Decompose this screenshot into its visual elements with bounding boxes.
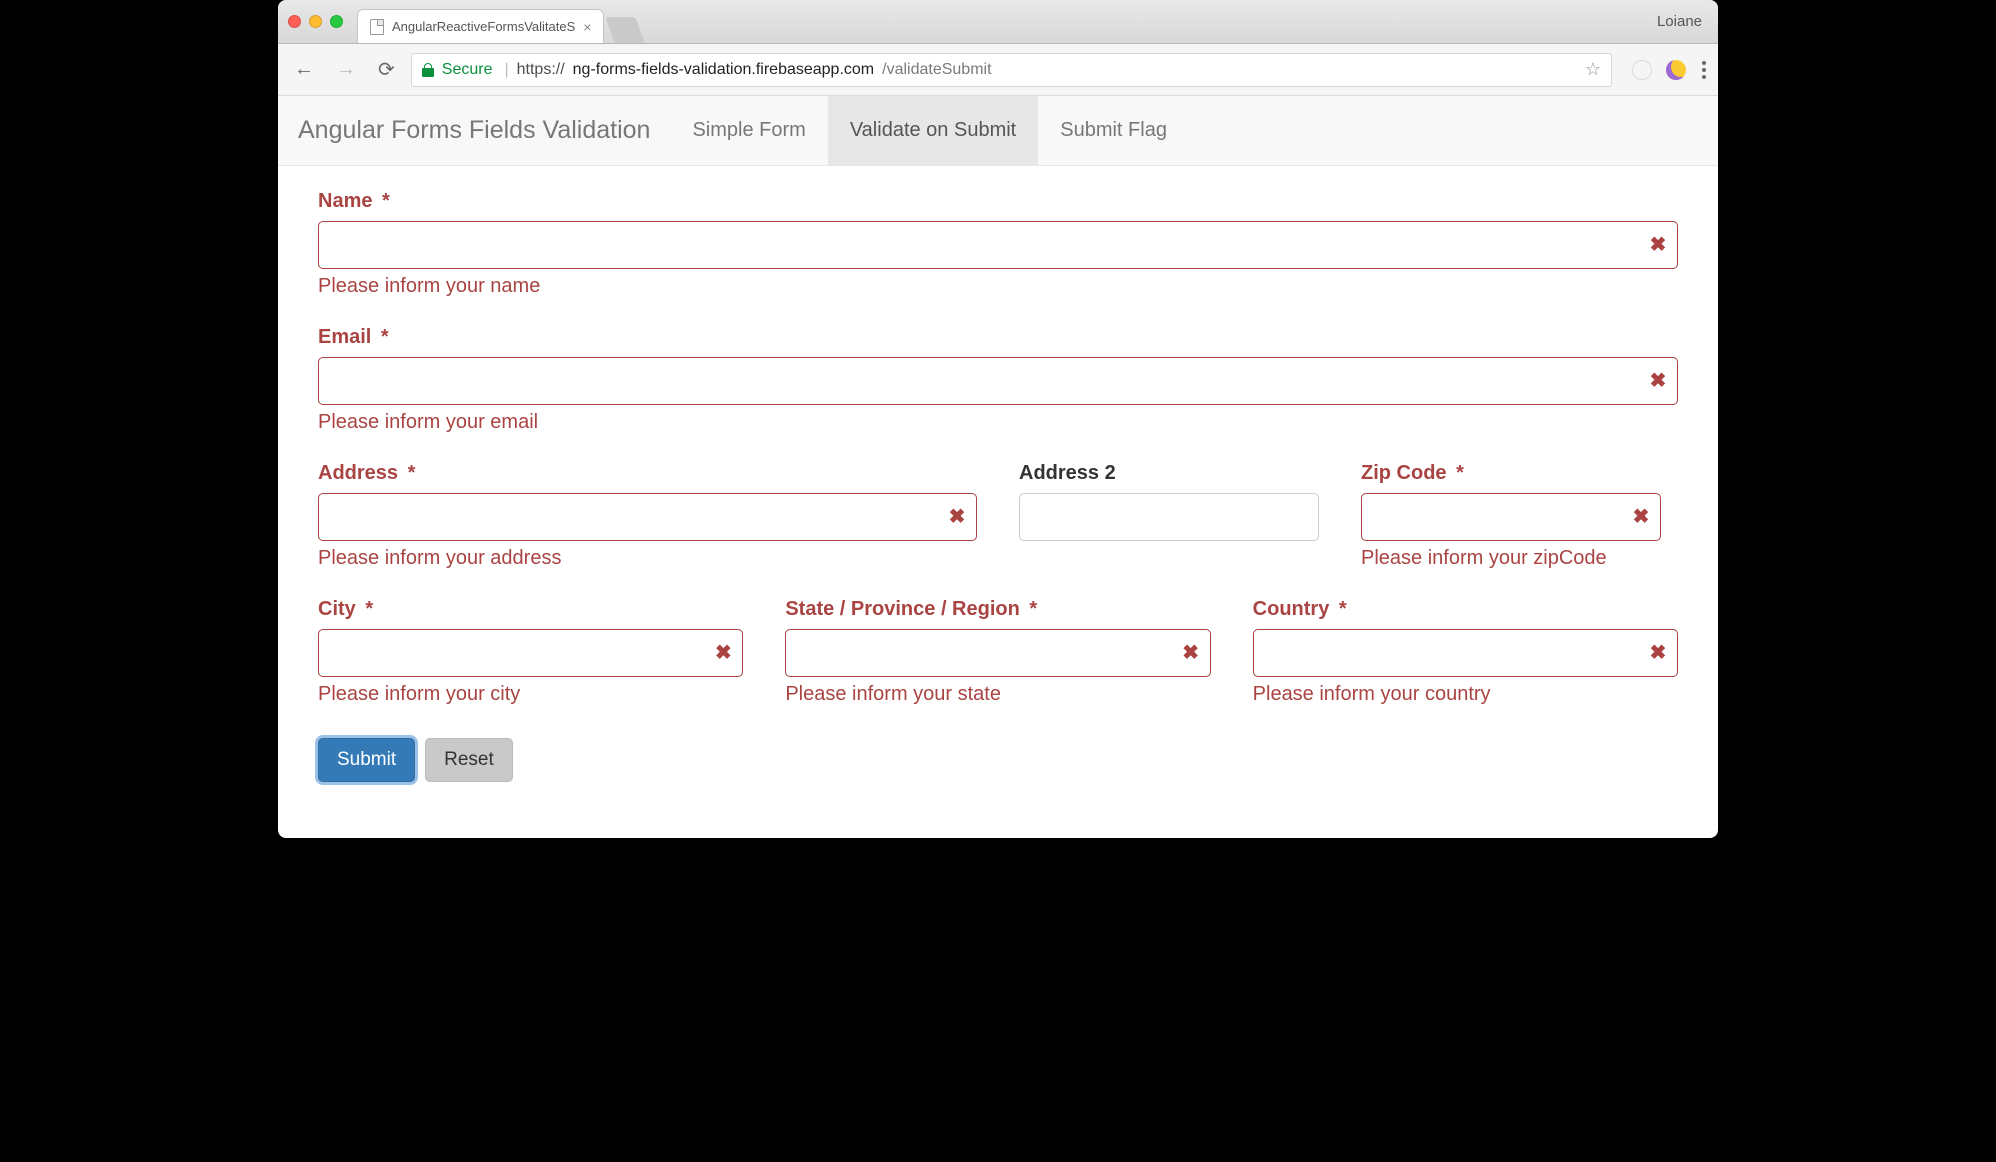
country-label: Country * xyxy=(1253,598,1678,621)
city-input[interactable] xyxy=(318,629,743,677)
city-label: City * xyxy=(318,598,743,621)
country-error: Please inform your country xyxy=(1253,683,1678,706)
error-icon xyxy=(1648,235,1668,255)
form-group-state: State / Province / Region * Please infor… xyxy=(785,598,1210,706)
zip-label: Zip Code * xyxy=(1361,462,1661,485)
form-group-city: City * Please inform your city xyxy=(318,598,743,706)
state-input[interactable] xyxy=(785,629,1210,677)
error-icon xyxy=(1648,643,1668,663)
lock-icon xyxy=(422,63,434,77)
page-icon xyxy=(370,19,384,35)
form-group-zip: Zip Code * Please inform your zipCode xyxy=(1361,462,1661,570)
title-bar: AngularReactiveFormsValitateS × Loiane xyxy=(278,0,1718,44)
zip-error: Please inform your zipCode xyxy=(1361,547,1661,570)
bookmark-star-icon[interactable]: ☆ xyxy=(1585,59,1601,80)
browser-toolbar: ← → ⟳ Secure | https:// ng-forms-fields-v… xyxy=(278,44,1718,96)
url-scheme: https:// xyxy=(517,61,565,79)
nav-item-submit-flag[interactable]: Submit Flag xyxy=(1038,96,1189,165)
chrome-profile-name[interactable]: Loiane xyxy=(1657,13,1708,30)
omnibox-separator: | xyxy=(504,61,508,79)
form-group-country: Country * Please inform your country xyxy=(1253,598,1678,706)
maximize-window-button[interactable] xyxy=(330,15,343,28)
toolbar-right-icons xyxy=(1622,59,1708,81)
form-actions: Submit Reset xyxy=(318,738,1678,782)
reload-button[interactable]: ⟳ xyxy=(372,53,401,86)
window-controls xyxy=(288,15,343,28)
state-error: Please inform your state xyxy=(785,683,1210,706)
tab-title: AngularReactiveFormsValitateS xyxy=(392,19,575,34)
url-path: /validateSubmit xyxy=(882,61,991,79)
close-tab-button[interactable]: × xyxy=(583,20,591,34)
city-error: Please inform your city xyxy=(318,683,743,706)
minimize-window-button[interactable] xyxy=(309,15,322,28)
secure-label: Secure xyxy=(442,61,493,79)
page-content: Name * Please inform your name Email * P… xyxy=(278,166,1718,806)
email-label: Email * xyxy=(318,326,1678,349)
address-error: Please inform your address xyxy=(318,547,977,570)
address2-label: Address 2 xyxy=(1019,462,1319,485)
new-tab-button[interactable] xyxy=(606,17,645,43)
form-group-address2: Address 2 xyxy=(1019,462,1319,570)
error-icon xyxy=(1181,643,1201,663)
error-icon xyxy=(1631,507,1651,527)
email-input[interactable] xyxy=(318,357,1678,405)
email-error: Please inform your email xyxy=(318,411,1678,434)
reset-button[interactable]: Reset xyxy=(425,738,513,782)
navbar-brand[interactable]: Angular Forms Fields Validation xyxy=(278,96,670,165)
nav-item-simple-form[interactable]: Simple Form xyxy=(670,96,827,165)
country-input[interactable] xyxy=(1253,629,1678,677)
address-label: Address * xyxy=(318,462,977,485)
zip-input[interactable] xyxy=(1361,493,1661,541)
form-group-email: Email * Please inform your email xyxy=(318,326,1678,434)
name-input[interactable] xyxy=(318,221,1678,269)
error-icon xyxy=(1648,371,1668,391)
form-group-name: Name * Please inform your name xyxy=(318,190,1678,298)
back-button[interactable]: ← xyxy=(288,54,320,85)
tab-strip: AngularReactiveFormsValitateS × xyxy=(357,0,640,43)
extension-icon[interactable] xyxy=(1632,60,1652,80)
state-label: State / Province / Region * xyxy=(785,598,1210,621)
name-error: Please inform your name xyxy=(318,275,1678,298)
address-input[interactable] xyxy=(318,493,977,541)
chrome-menu-button[interactable] xyxy=(1700,59,1708,81)
submit-button[interactable]: Submit xyxy=(318,738,415,782)
extension-moon-icon[interactable] xyxy=(1666,60,1686,80)
browser-window: AngularReactiveFormsValitateS × Loiane ←… xyxy=(278,0,1718,838)
navbar-items: Simple Form Validate on Submit Submit Fl… xyxy=(670,96,1188,165)
error-icon xyxy=(713,643,733,663)
name-label: Name * xyxy=(318,190,1678,213)
app-navbar: Angular Forms Fields Validation Simple F… xyxy=(278,96,1718,166)
close-window-button[interactable] xyxy=(288,15,301,28)
browser-tab[interactable]: AngularReactiveFormsValitateS × xyxy=(357,9,604,43)
form-group-address: Address * Please inform your address xyxy=(318,462,977,570)
address2-input[interactable] xyxy=(1019,493,1319,541)
url-host: ng-forms-fields-validation.firebaseapp.c… xyxy=(573,61,874,79)
forward-button[interactable]: → xyxy=(330,54,362,85)
error-icon xyxy=(947,507,967,527)
address-bar[interactable]: Secure | https:// ng-forms-fields-validat… xyxy=(411,53,1612,87)
nav-item-validate-on-submit[interactable]: Validate on Submit xyxy=(828,96,1038,165)
